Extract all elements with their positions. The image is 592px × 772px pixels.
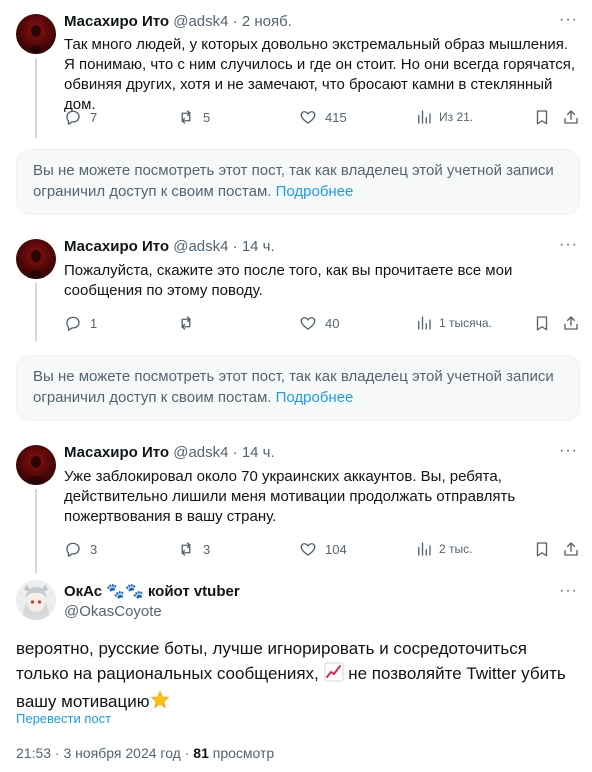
reply-button[interactable]: 1 xyxy=(64,313,97,333)
like-button[interactable]: 40 xyxy=(299,313,339,333)
reply-icon xyxy=(66,110,80,125)
post-views-count: 81 xyxy=(193,745,209,761)
reply-button[interactable]: 3 xyxy=(64,539,97,559)
like-icon xyxy=(300,317,316,330)
tweet-actions: 1 40 1 тысяча. xyxy=(64,313,584,333)
tweet-header: Масахиро Ито @adsk4 · 14 ч. xyxy=(64,237,275,257)
tweet-header: Масахиро Ито @adsk4 · 14 ч. xyxy=(64,443,275,463)
learn-more-link[interactable]: Подробнее xyxy=(276,389,354,406)
post-timestamp[interactable]: 21:53 · 3 ноября 2024 год · xyxy=(16,745,193,761)
reply-icon xyxy=(66,316,80,331)
share-icon xyxy=(564,542,578,556)
views-button[interactable]: Из 21. xyxy=(415,107,473,127)
more-icon[interactable]: ··· xyxy=(559,582,578,600)
author-handle[interactable]: @adsk4 xyxy=(173,13,228,30)
reply-icon xyxy=(66,542,80,557)
like-count: 40 xyxy=(325,315,340,331)
author-name[interactable]: Масахиро Ито xyxy=(64,444,169,461)
bookmark-button[interactable] xyxy=(533,313,551,333)
learn-more-link[interactable]: Подробнее xyxy=(276,183,354,200)
avatar[interactable] xyxy=(16,239,56,279)
tweet-text: Пожалуйста, скажите это после того, как … xyxy=(64,262,513,299)
more-icon[interactable]: ··· xyxy=(559,236,578,254)
tweet-actions: 3 3 104 2 тыс. xyxy=(64,539,584,559)
tweet-time[interactable]: 14 ч. xyxy=(242,444,275,461)
post-footer: 21:53 · 3 ноября 2024 год · 81 просмотр xyxy=(16,745,274,761)
chart-emoji-icon xyxy=(324,662,344,689)
views-count: 2 тыс. xyxy=(439,542,473,556)
tweet-text: Так много людей, у которых довольно экст… xyxy=(64,36,576,113)
author-handle[interactable]: @adsk4 xyxy=(173,444,228,461)
avatar[interactable] xyxy=(16,580,56,620)
main-author-handle[interactable]: @OkasCoyote xyxy=(64,602,162,622)
tweet-time[interactable]: 14 ч. xyxy=(242,238,275,255)
author-handle[interactable]: @adsk4 xyxy=(173,238,228,255)
views-count: Из 21. xyxy=(439,110,474,124)
more-icon[interactable]: ··· xyxy=(559,442,578,460)
views-icon xyxy=(418,316,431,330)
like-button[interactable]: 104 xyxy=(299,539,347,559)
repost-count: 5 xyxy=(203,109,211,125)
views-icon xyxy=(418,110,431,124)
reply-count: 7 xyxy=(90,109,98,125)
like-button[interactable]: 415 xyxy=(299,107,347,127)
author-name[interactable]: Масахиро Ито xyxy=(64,13,169,30)
bookmark-icon xyxy=(536,542,548,557)
thread-line xyxy=(35,283,37,341)
bookmark-button[interactable] xyxy=(533,539,551,559)
like-icon xyxy=(300,543,316,556)
bookmark-icon xyxy=(536,316,548,331)
reply-count: 1 xyxy=(90,315,98,331)
separator: · xyxy=(228,13,242,30)
repost-count: 3 xyxy=(203,541,211,557)
like-count: 104 xyxy=(325,541,347,557)
post-views-label: просмотр xyxy=(208,745,275,761)
repost-icon xyxy=(181,110,191,124)
thread-line xyxy=(35,58,37,138)
views-icon xyxy=(418,542,431,556)
author-name[interactable]: Масахиро Ито xyxy=(64,238,169,255)
views-count: 1 тысяча. xyxy=(439,316,492,330)
repost-button[interactable]: 5 xyxy=(177,107,210,127)
share-icon xyxy=(564,110,578,124)
tweet-time[interactable]: 2 нояб. xyxy=(242,13,292,30)
like-count: 415 xyxy=(325,109,347,125)
avatar[interactable] xyxy=(16,14,56,54)
bookmark-button[interactable] xyxy=(533,107,551,127)
share-button[interactable] xyxy=(562,107,580,127)
restricted-post-notice: Вы не можете посмотреть этот пост, так к… xyxy=(16,355,580,421)
separator: · xyxy=(228,238,242,255)
thread-line xyxy=(35,489,37,573)
star-emoji-icon xyxy=(149,690,170,717)
share-button[interactable] xyxy=(562,539,580,559)
views-button[interactable]: 2 тыс. xyxy=(415,539,472,559)
main-post-text: вероятно, русские боты, лучше игнорирова… xyxy=(16,636,580,717)
repost-icon xyxy=(181,316,191,330)
tweet-actions: 7 5 415 Из 21. xyxy=(64,107,584,127)
more-icon[interactable]: ··· xyxy=(559,11,578,29)
reply-count: 3 xyxy=(90,541,98,557)
tweet-header: Масахиро Ито @adsk4 · 2 нояб. xyxy=(64,12,292,32)
restricted-post-notice: Вы не можете посмотреть этот пост, так к… xyxy=(16,149,580,215)
like-icon xyxy=(300,111,316,124)
bookmark-icon xyxy=(536,110,548,125)
avatar[interactable] xyxy=(16,445,56,485)
translate-post-link[interactable]: Перевести пост xyxy=(16,711,111,726)
share-button[interactable] xyxy=(562,313,580,333)
repost-button[interactable] xyxy=(177,313,203,333)
reply-button[interactable]: 7 xyxy=(64,107,97,127)
repost-button[interactable]: 3 xyxy=(177,539,210,559)
views-button[interactable]: 1 тысяча. xyxy=(415,313,492,333)
main-author-name[interactable]: ОкАс 🐾🐾 койот vtuber xyxy=(64,582,240,602)
tweet-text: Уже заблокировал около 70 украинских акк… xyxy=(64,468,516,525)
repost-icon xyxy=(181,542,191,556)
share-icon xyxy=(564,316,578,330)
separator: · xyxy=(228,444,242,461)
